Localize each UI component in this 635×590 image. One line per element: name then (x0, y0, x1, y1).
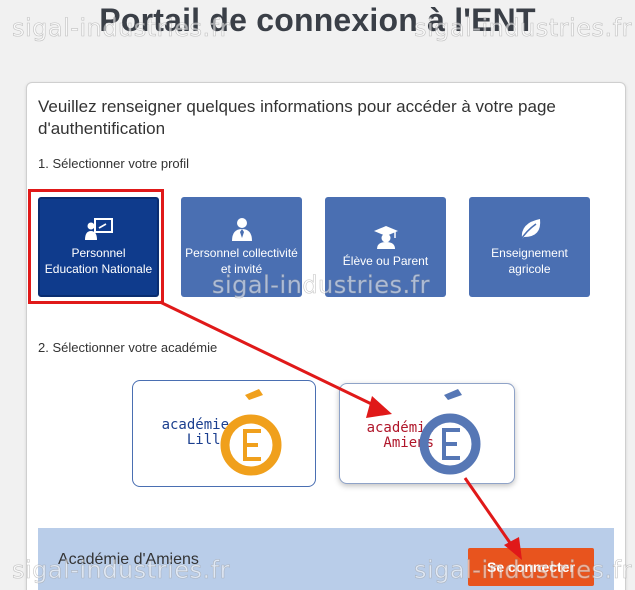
intro-text: Veuillez renseigner quelques information… (38, 97, 556, 138)
academy-lille-logo-icon (220, 389, 282, 476)
page-title: Portail de connexion à l'ENT (99, 2, 536, 38)
academy-lille[interactable]: académie Lille (132, 380, 316, 487)
academy-amiens[interactable]: académie Amiens (339, 383, 515, 484)
profile-label: Personnel collectivité et invité (185, 246, 298, 276)
profile-personnel-collectivite[interactable]: Personnel collectivité et invité (181, 197, 302, 297)
profile-eleve-parent[interactable]: Élève ou Parent (325, 197, 446, 297)
selected-academy-text: Académie d'Amiens (58, 551, 199, 568)
step-profile-label: 1. Sélectionner votre profil (38, 156, 190, 171)
profile-label: Enseignement agricole (491, 246, 568, 276)
profile-enseignement-agricole[interactable]: Enseignement agricole (469, 197, 590, 297)
academy-amiens-logo-icon (419, 389, 481, 475)
connect-button[interactable]: Se connecter (468, 548, 594, 586)
graduation-cap-icon (373, 226, 398, 249)
profile-label: Élève ou Parent (342, 254, 429, 268)
academy-lille-line2: Lille (186, 432, 229, 448)
person-tie-icon (231, 218, 252, 241)
academy-lille-line1: académie (161, 417, 229, 433)
selection-highlight-box (28, 189, 164, 304)
leaf-icon (518, 219, 540, 241)
step-academy-label: 2. Sélectionner votre académie (38, 340, 218, 355)
